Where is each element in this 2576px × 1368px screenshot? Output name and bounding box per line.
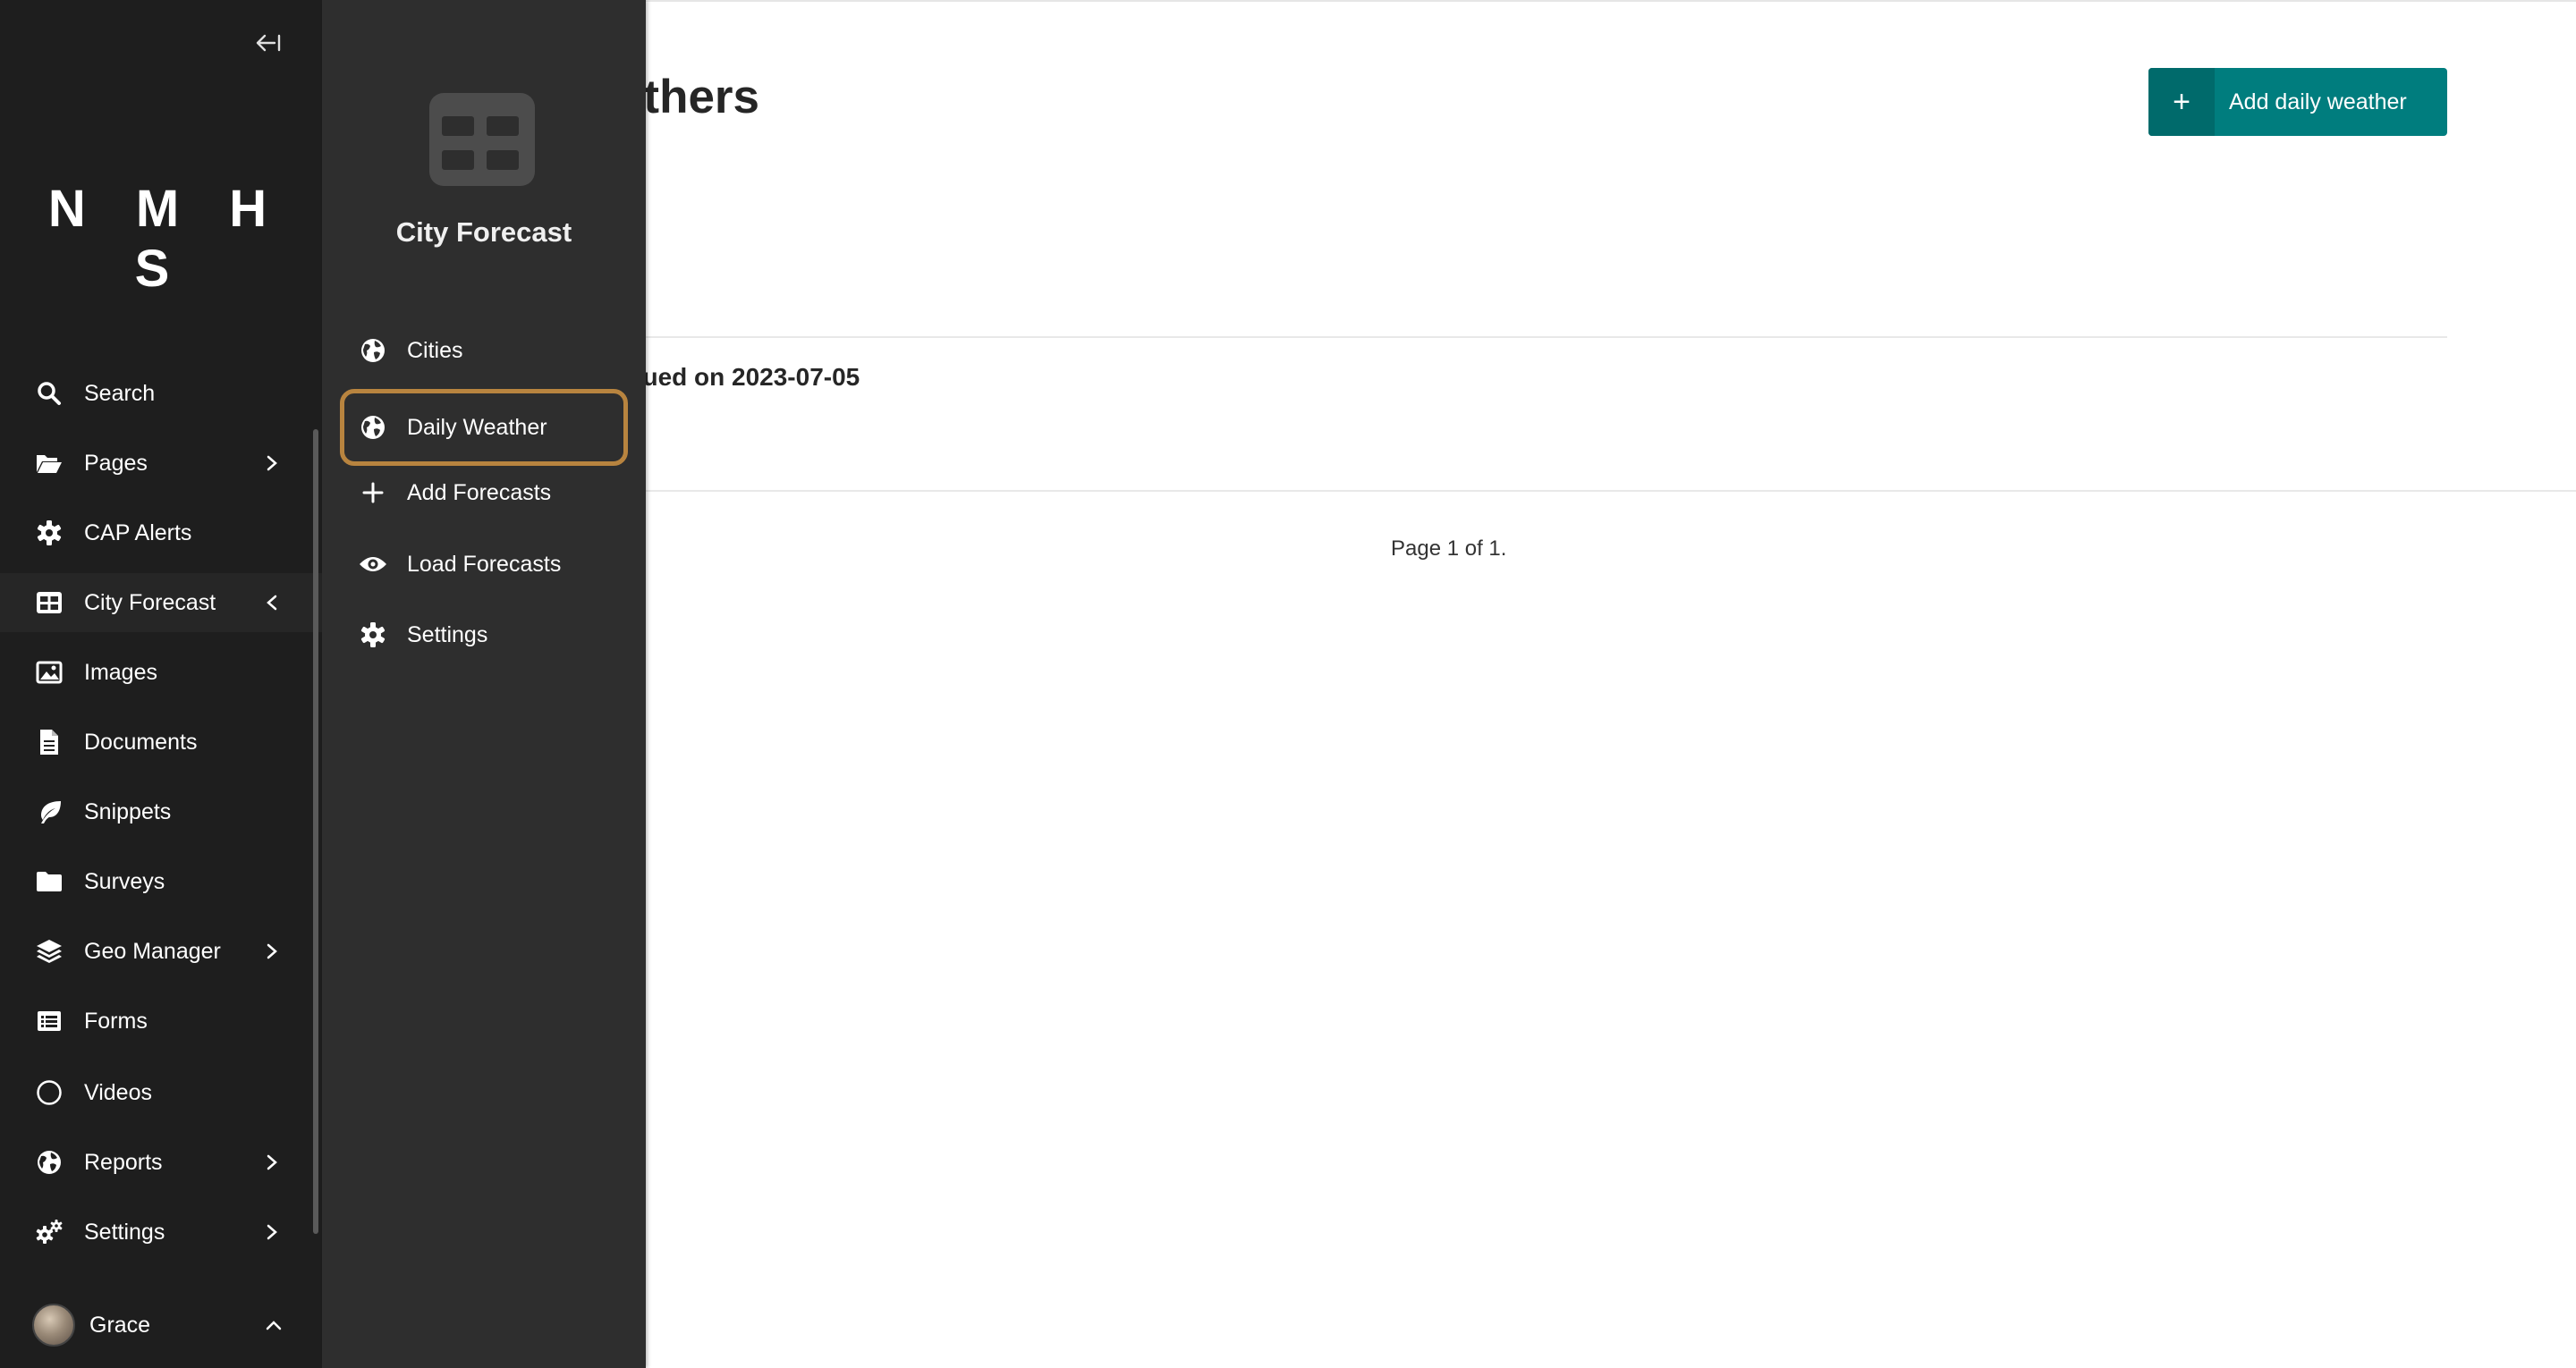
- sidebar-item-label: Search: [84, 380, 156, 406]
- chevron-up-icon: [265, 1319, 283, 1331]
- table-header-divider: [420, 336, 2447, 338]
- sidebar-item-label: Geo Manager: [84, 938, 221, 964]
- sidebar-item-city-forecast[interactable]: City Forecast: [0, 573, 322, 632]
- submenu-title: City Forecast: [395, 216, 572, 248]
- globe-icon: [358, 335, 388, 366]
- plus-icon: +: [2148, 68, 2215, 136]
- globe-icon: [358, 412, 388, 443]
- avatar: [32, 1304, 75, 1347]
- submenu-item-label: Daily Weather: [407, 414, 547, 440]
- folder-open-icon: [34, 448, 64, 478]
- sidebar-item-label: Documents: [84, 729, 198, 755]
- sidebar-item-documents[interactable]: Documents: [0, 713, 322, 772]
- eye-icon: [358, 549, 388, 579]
- table-icon: [429, 93, 535, 186]
- cog-icon: [34, 518, 64, 548]
- sidebar-item-label: Forms: [84, 1008, 148, 1034]
- sidebar-item-pages[interactable]: Pages: [0, 434, 322, 493]
- chevron-left-icon: [261, 592, 283, 613]
- chevron-right-icon: [261, 1221, 283, 1243]
- submenu-item-label: Cities: [407, 337, 463, 363]
- list-icon: [34, 1006, 64, 1036]
- sidebar-item-label: CAP Alerts: [84, 519, 192, 545]
- user-menu[interactable]: Grace: [0, 1298, 322, 1352]
- image-icon: [34, 657, 64, 688]
- chevron-right-icon: [261, 1152, 283, 1173]
- layers-icon: [34, 936, 64, 967]
- sidebar-item-search[interactable]: Search: [0, 364, 322, 423]
- submenu-item-daily-weather[interactable]: Daily Weather: [340, 389, 628, 466]
- folder-icon: [34, 866, 64, 897]
- sidebar-item-label: Surveys: [84, 868, 165, 894]
- sidebar-item-reports[interactable]: Reports: [0, 1133, 322, 1192]
- submenu-item-load-forecasts[interactable]: Load Forecasts: [340, 532, 628, 596]
- submenu-item-add-forecasts[interactable]: Add Forecasts: [340, 460, 628, 525]
- add-daily-weather-button[interactable]: + Add daily weather: [2148, 68, 2447, 136]
- sidebar-item-images[interactable]: Images: [0, 643, 322, 702]
- sidebar-item-label: City Forecast: [84, 589, 216, 615]
- add-daily-weather-label: Add daily weather: [2229, 89, 2407, 114]
- plus-icon: [358, 477, 388, 508]
- table-icon: [34, 587, 64, 618]
- leaf-icon: [34, 797, 64, 827]
- city-forecast-submenu: City Forecast Cities Daily Weather Add F…: [322, 0, 646, 1368]
- sidebar-item-settings[interactable]: Settings: [0, 1203, 322, 1262]
- document-icon: [34, 727, 64, 757]
- submenu-item-settings[interactable]: Settings: [340, 603, 628, 667]
- sidebar-item-label: Pages: [84, 450, 148, 476]
- cogs-icon: [34, 1217, 64, 1247]
- search-icon: [34, 378, 64, 409]
- primary-sidebar: N M H S Search Pages CAP Alerts City For…: [0, 0, 322, 1368]
- sidebar-scrollbar[interactable]: [313, 429, 318, 1234]
- submenu-item-cities[interactable]: Cities: [340, 318, 628, 383]
- chevron-right-icon: [261, 941, 283, 962]
- sidebar-item-cap-alerts[interactable]: CAP Alerts: [0, 503, 322, 562]
- chevron-right-icon: [261, 452, 283, 474]
- submenu-item-label: Load Forecasts: [407, 551, 562, 577]
- sidebar-item-label: Snippets: [84, 798, 172, 824]
- submenu-item-label: Settings: [407, 621, 488, 647]
- submenu-item-label: Add Forecasts: [407, 479, 552, 505]
- cog-icon: [358, 620, 388, 650]
- sidebar-item-label: Reports: [84, 1149, 163, 1175]
- sidebar-item-geo-manager[interactable]: Geo Manager: [0, 922, 322, 981]
- collapse-sidebar-icon[interactable]: [250, 25, 286, 61]
- circle-icon: [34, 1077, 64, 1108]
- table-row-divider: [420, 490, 2576, 492]
- sidebar-item-snippets[interactable]: Snippets: [0, 782, 322, 841]
- sidebar-item-forms[interactable]: Forms: [0, 992, 322, 1051]
- user-name: Grace: [89, 1312, 151, 1338]
- sidebar-item-label: Videos: [84, 1079, 152, 1105]
- sidebar-item-label: Settings: [84, 1219, 165, 1245]
- sidebar-item-label: Images: [84, 659, 157, 685]
- nmhs-logo: N M H S: [47, 180, 285, 298]
- pagination-text: Page 1 of 1.: [1391, 536, 1507, 561]
- globe-icon: [34, 1147, 64, 1178]
- sidebar-item-videos[interactable]: Videos: [0, 1063, 322, 1122]
- sidebar-item-surveys[interactable]: Surveys: [0, 852, 322, 911]
